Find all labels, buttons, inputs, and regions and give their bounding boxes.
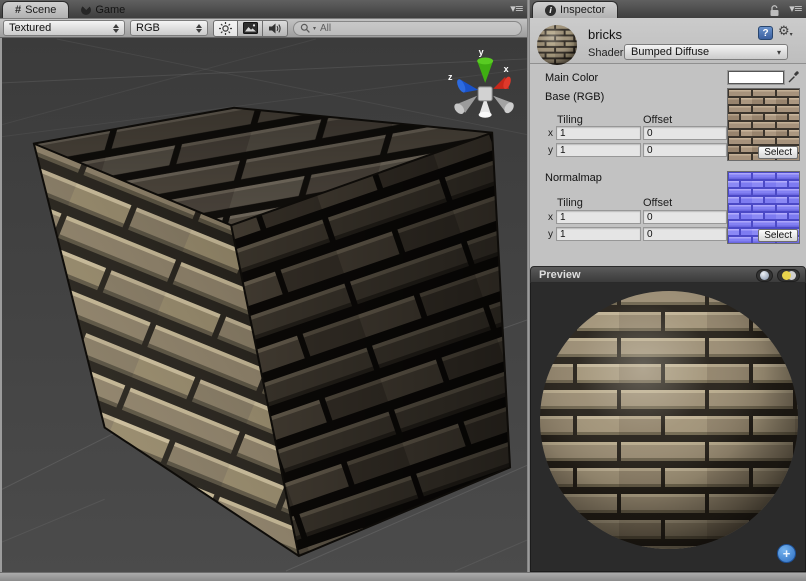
scene-viewport[interactable]: y z x	[0, 38, 527, 572]
gizmo-z-label[interactable]: z	[448, 72, 453, 82]
normalmap-offset-header: Offset	[643, 197, 672, 209]
normalmap-tiling-y-input[interactable]	[556, 227, 641, 241]
base-offset-y-input[interactable]	[643, 143, 727, 157]
search-icon	[300, 23, 311, 34]
inspector-panel: i Inspector ▾≡ bricks Shader Bumped Diff…	[530, 0, 806, 572]
preview-header-buttons	[756, 269, 800, 282]
lighting-toggle-button[interactable]	[213, 20, 238, 37]
normalmap-offset-x-input[interactable]	[643, 210, 727, 224]
base-x-label: x	[548, 128, 553, 139]
render-mode-dropdown[interactable]: Textured	[3, 20, 125, 36]
normalmap-select-button[interactable]: Select	[758, 229, 798, 242]
scene-grid-icon: #	[15, 4, 21, 16]
gear-icon[interactable]: ⚙▾	[778, 24, 793, 39]
base-rgb-label: Base (RGB)	[545, 91, 604, 103]
search-scope-label: All	[320, 23, 331, 34]
eyedropper-icon[interactable]	[787, 69, 801, 83]
tab-scene[interactable]: # Scene	[2, 1, 69, 18]
base-texture-thumbnail[interactable]: Select	[727, 88, 800, 161]
sun-icon	[218, 21, 233, 36]
base-tiling-y-input[interactable]	[556, 143, 641, 157]
inspector-tabbar: i Inspector ▾≡	[530, 0, 806, 18]
shader-label: Shader	[588, 47, 623, 59]
normalmap-x-label: x	[548, 212, 553, 223]
shader-dropdown[interactable]: Bumped Diffuse ▾	[624, 44, 788, 60]
help-icon[interactable]: ?	[758, 26, 773, 40]
search-caret-icon: ▾	[313, 25, 316, 32]
preview-header[interactable]: Preview	[530, 266, 806, 283]
sphere-icon	[760, 271, 769, 280]
scene-search-field[interactable]: ▾ All	[293, 21, 522, 36]
scene-panel-menu-icon[interactable]: ▾≡	[510, 3, 523, 14]
normalmap-tiling-header: Tiling	[557, 197, 583, 209]
base-offset-x-input[interactable]	[643, 126, 727, 140]
light-on-icon	[782, 271, 791, 280]
base-tiling-header: Tiling	[557, 114, 583, 126]
info-icon: i	[545, 5, 556, 16]
base-select-button[interactable]: Select	[758, 146, 798, 159]
shader-dropdown-caret-icon: ▾	[777, 48, 781, 57]
channel-dropdown[interactable]: RGB	[130, 20, 208, 36]
dropdown-updown-icon	[196, 24, 202, 33]
base-y-label: y	[548, 145, 553, 156]
skybox-toggle-button[interactable]	[238, 20, 263, 37]
render-mode-value: Textured	[9, 22, 51, 34]
inspector-panel-menu-icon[interactable]: ▾≡	[789, 3, 802, 14]
preview-lighting-button[interactable]	[777, 269, 800, 282]
gizmo-y-label[interactable]: y	[479, 47, 484, 57]
base-offset-header: Offset	[643, 114, 672, 126]
brick-cube[interactable]	[34, 108, 510, 556]
normalmap-texture-thumbnail[interactable]: Select	[727, 171, 800, 244]
normalmap-tiling-x-input[interactable]	[556, 210, 641, 224]
material-properties: Main Color Base (RGB)	[530, 64, 806, 266]
tab-game[interactable]: Game	[69, 1, 137, 18]
channel-value: RGB	[136, 22, 160, 34]
main-color-swatch[interactable]	[728, 71, 784, 84]
image-icon	[243, 22, 258, 34]
plus-icon: +	[783, 546, 791, 561]
base-tiling-x-input[interactable]	[556, 126, 641, 140]
game-icon	[81, 5, 91, 15]
normalmap-offset-y-input[interactable]	[643, 227, 727, 241]
unity-editor-window: # Scene Game ▾≡ Textured RGB	[0, 0, 806, 581]
tab-inspector[interactable]: i Inspector	[532, 1, 618, 18]
scene-tabbar: # Scene Game ▾≡	[0, 0, 527, 18]
dropdown-updown-icon	[113, 24, 119, 33]
tab-game-label: Game	[95, 4, 125, 16]
preview-primitive-button[interactable]	[756, 269, 773, 282]
scene-view-toggles	[213, 20, 288, 37]
orientation-gizmo[interactable]: y z x	[448, 47, 516, 118]
normalmap-label: Normalmap	[545, 172, 602, 184]
preview-title: Preview	[539, 269, 581, 281]
scene-panel: # Scene Game ▾≡ Textured RGB	[0, 0, 527, 572]
preview-sphere-render	[531, 283, 805, 570]
preview-viewport[interactable]: +	[530, 283, 806, 572]
gizmo-x-label[interactable]: x	[504, 64, 509, 74]
preview-add-button[interactable]: +	[777, 544, 796, 563]
shader-value: Bumped Diffuse	[631, 46, 709, 58]
window-resize-strip	[0, 572, 806, 581]
material-name: bricks	[588, 27, 622, 42]
scene-toolbar: Textured RGB	[0, 18, 527, 38]
main-color-label: Main Color	[545, 72, 598, 84]
scene-3d-render[interactable]: y z x	[2, 38, 527, 572]
speaker-icon	[268, 22, 282, 35]
normalmap-y-label: y	[548, 229, 553, 240]
tab-inspector-label: Inspector	[560, 4, 605, 16]
tab-scene-label: Scene	[25, 4, 56, 16]
audio-toggle-button[interactable]	[263, 20, 288, 37]
material-preview-ball	[536, 24, 578, 66]
